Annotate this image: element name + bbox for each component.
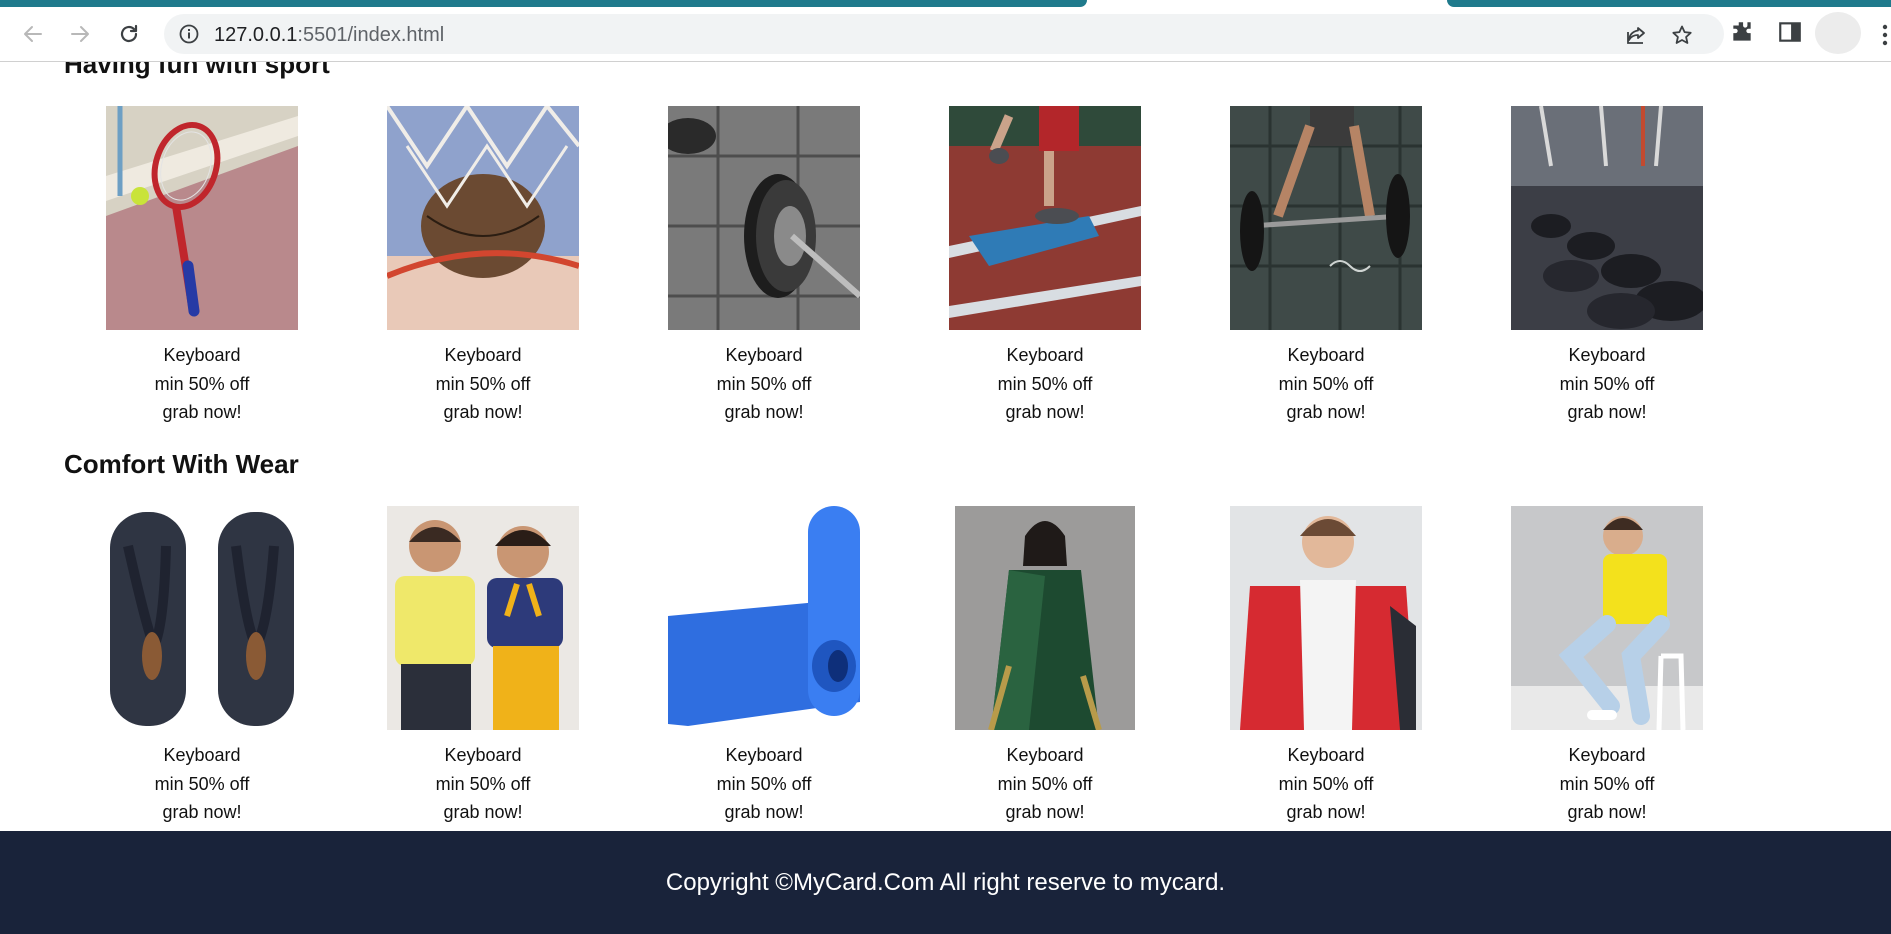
side-panel-icon[interactable]	[1777, 19, 1803, 45]
product-offer: min 50% off	[154, 373, 250, 394]
grab-now-link[interactable]: grab now!	[106, 798, 298, 827]
star-icon[interactable]	[1670, 23, 1694, 47]
grab-now-link[interactable]: grab now!	[668, 398, 860, 427]
grab-now-link[interactable]: grab now!	[668, 798, 860, 827]
product-offer: min 50% off	[997, 773, 1093, 794]
product-image-saree[interactable]	[949, 506, 1141, 730]
back-icon[interactable]	[17, 18, 49, 50]
product-image-tennis-racket[interactable]	[106, 106, 298, 330]
product-name: Keyboard	[163, 745, 241, 765]
product-card[interactable]: Keyboard min 50% off grab now!	[1230, 106, 1422, 427]
extensions-icon[interactable]	[1729, 19, 1755, 45]
avatar[interactable]	[1815, 12, 1861, 54]
product-card[interactable]: Keyboard min 50% off grab now!	[387, 506, 579, 827]
url-text[interactable]: 127.0.0.1:5501/index.html	[214, 24, 444, 47]
product-name: Keyboard	[1287, 745, 1365, 765]
share-icon[interactable]	[1624, 23, 1648, 47]
grab-now-link[interactable]: grab now!	[1511, 798, 1703, 827]
tab-strip-left	[0, 0, 1087, 7]
grab-now-link[interactable]: grab now!	[1230, 398, 1422, 427]
product-image-flip-flops[interactable]	[106, 506, 298, 730]
product-name: Keyboard	[1568, 345, 1646, 365]
info-icon[interactable]	[178, 23, 200, 45]
grab-now-link[interactable]: grab now!	[387, 798, 579, 827]
menu-icon[interactable]	[1882, 24, 1888, 46]
grab-now-link[interactable]: grab now!	[106, 398, 298, 427]
product-image-running-track[interactable]	[949, 106, 1141, 330]
product-grid-sport: Keyboard min 50% off grab now! Keyboard …	[106, 106, 1706, 436]
product-image-deadlift[interactable]	[1230, 106, 1422, 330]
grab-now-link[interactable]: grab now!	[387, 398, 579, 427]
product-image-red-jacket[interactable]	[1230, 506, 1422, 730]
product-card[interactable]: Keyboard min 50% off grab now!	[1511, 106, 1703, 427]
section-title-wear: Comfort With Wear	[64, 449, 299, 479]
tab-strip-right	[1447, 0, 1891, 7]
forward-icon[interactable]	[64, 18, 96, 50]
product-grid-wear: Keyboard min 50% off grab now! Keyboard …	[106, 506, 1706, 831]
product-offer: min 50% off	[435, 373, 531, 394]
section-title-sport: Having fun with sport	[64, 62, 330, 79]
grab-now-link[interactable]: grab now!	[949, 398, 1141, 427]
grab-now-link[interactable]: grab now!	[1511, 398, 1703, 427]
product-card[interactable]: Keyboard min 50% off grab now!	[106, 106, 298, 427]
product-image-yoga-mat[interactable]	[668, 506, 860, 730]
product-card[interactable]: Keyboard min 50% off grab now!	[949, 106, 1141, 427]
product-card[interactable]: Keyboard min 50% off grab now!	[668, 506, 860, 827]
product-name: Keyboard	[444, 345, 522, 365]
product-offer: min 50% off	[1559, 773, 1655, 794]
product-name: Keyboard	[725, 745, 803, 765]
url-path: :5501/index.html	[297, 24, 445, 46]
product-offer: min 50% off	[997, 373, 1093, 394]
product-offer: min 50% off	[154, 773, 250, 794]
product-offer: min 50% off	[716, 373, 812, 394]
product-image-kids-wear[interactable]	[387, 506, 579, 730]
product-card[interactable]: Keyboard min 50% off grab now!	[949, 506, 1141, 827]
product-card[interactable]: Keyboard min 50% off grab now!	[1230, 506, 1422, 827]
grab-now-link[interactable]: grab now!	[1230, 798, 1422, 827]
footer: Copyright ©MyCard.Com All right reserve …	[0, 831, 1891, 934]
product-offer: min 50% off	[716, 773, 812, 794]
product-name: Keyboard	[444, 745, 522, 765]
product-name: Keyboard	[163, 345, 241, 365]
url-host: 127.0.0.1	[214, 24, 298, 46]
product-name: Keyboard	[1006, 745, 1084, 765]
product-image-dumbbell-rack[interactable]	[1511, 106, 1703, 330]
page-content: Having fun with sport Keyboard min 50% o…	[0, 62, 1891, 831]
product-card[interactable]: Keyboard min 50% off grab now!	[668, 106, 860, 427]
product-image-yellow-tshirt[interactable]	[1511, 506, 1703, 730]
browser-toolbar: 127.0.0.1:5501/index.html	[0, 0, 1891, 62]
product-name: Keyboard	[1287, 345, 1365, 365]
product-card[interactable]: Keyboard min 50% off grab now!	[387, 106, 579, 427]
address-bar[interactable]: 127.0.0.1:5501/index.html	[164, 14, 1724, 54]
product-offer: min 50% off	[1278, 373, 1374, 394]
product-name: Keyboard	[1006, 345, 1084, 365]
product-offer: min 50% off	[1278, 773, 1374, 794]
product-name: Keyboard	[725, 345, 803, 365]
product-card[interactable]: Keyboard min 50% off grab now!	[106, 506, 298, 827]
reload-icon[interactable]	[113, 18, 145, 50]
product-name: Keyboard	[1568, 745, 1646, 765]
grab-now-link[interactable]: grab now!	[949, 798, 1141, 827]
product-image-barbell-plate[interactable]	[668, 106, 860, 330]
product-image-basketball-hoop[interactable]	[387, 106, 579, 330]
product-offer: min 50% off	[435, 773, 531, 794]
product-offer: min 50% off	[1559, 373, 1655, 394]
product-card[interactable]: Keyboard min 50% off grab now!	[1511, 506, 1703, 827]
copyright-text: Copyright ©MyCard.Com All right reserve …	[665, 868, 1226, 896]
